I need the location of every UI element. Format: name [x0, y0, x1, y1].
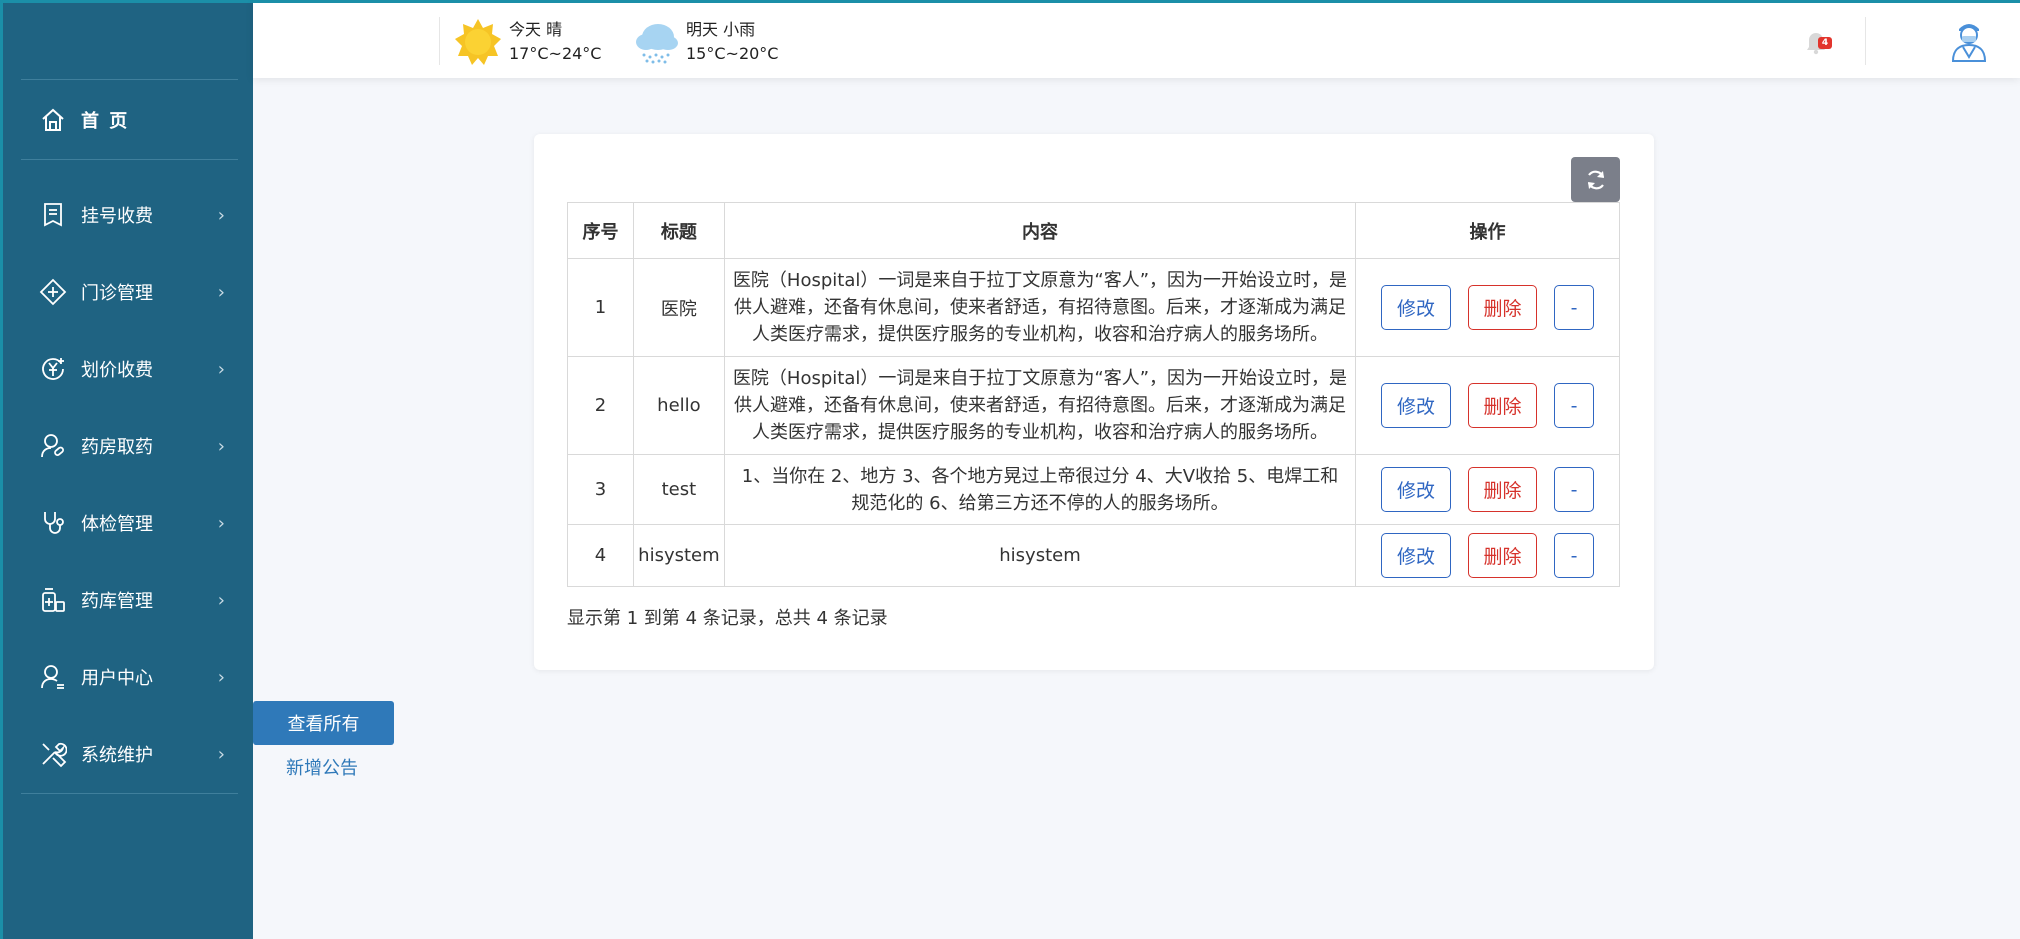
chevron-right-icon: › — [217, 666, 225, 688]
cell-no: 4 — [567, 524, 634, 587]
chevron-right-icon: › — [217, 204, 225, 226]
top-header: 今天 晴 17°C~24°C 明天 小雨 15°C~20°C 4 — [253, 0, 2020, 78]
table-row: 3 test 1、当你在 2、地方 3、各个地方晃过上帝很过分 4、大V收拾 5… — [567, 454, 1620, 525]
sidebar-divider — [21, 79, 238, 80]
table-row: 4 hisystem hisystem 修改 删除 - — [567, 524, 1620, 587]
minus-button[interactable]: - — [1554, 285, 1595, 330]
doctor-avatar-icon — [1951, 24, 1987, 62]
weather-today-label: 今天 晴 — [509, 20, 563, 39]
sidebar-item-label: 划价收费 — [81, 360, 153, 381]
column-header-actions: 操作 — [1355, 202, 1620, 259]
sidebar-item-user-center[interactable]: 用户中心 › — [39, 660, 229, 694]
notice-table: 序号 标题 内容 操作 1 医院 医院（Hospital）一词是来自于拉丁文原意… — [567, 202, 1620, 587]
pagination-info: 显示第 1 到第 4 条记录，总共 4 条记录 — [567, 608, 888, 629]
refresh-button[interactable] — [1571, 157, 1620, 202]
delete-button[interactable]: 删除 — [1468, 285, 1538, 330]
delete-button[interactable]: 删除 — [1468, 533, 1538, 578]
cell-no: 2 — [567, 356, 634, 455]
refresh-icon — [1587, 170, 1604, 189]
edit-button[interactable]: 修改 — [1381, 285, 1452, 330]
weather-today-text: 今天 晴 17°C~24°C — [509, 18, 601, 66]
weather-tomorrow: 明天 小雨 15°C~20°C — [634, 17, 778, 67]
sidebar-item-pricing-fee[interactable]: 划价收费 › — [39, 352, 229, 386]
user-icon — [39, 663, 67, 691]
add-notice-link[interactable]: 新增公告 — [286, 754, 358, 780]
sidebar-home-label: 首 页 — [81, 111, 130, 132]
cell-title: hello — [632, 356, 725, 455]
cell-title: test — [632, 454, 725, 525]
sidebar-item-label: 药库管理 — [81, 591, 153, 612]
medicine-store-icon — [39, 586, 67, 614]
weather-tomorrow-temp: 15°C~20°C — [686, 44, 779, 63]
sidebar-item-pharmacy[interactable]: 药房取药 › — [39, 429, 229, 463]
sidebar-item-label: 门诊管理 — [81, 283, 153, 304]
weather-today-temp: 17°C~24°C — [509, 44, 602, 63]
rain-cloud-icon — [634, 17, 680, 67]
delete-button[interactable]: 删除 — [1468, 467, 1538, 512]
cell-title: hisystem — [632, 524, 725, 587]
delete-button[interactable]: 删除 — [1468, 383, 1538, 428]
sidebar: 首 页 挂号收费 › 门诊管理 › 划价收费 › 药房取药 › 体检管理 › 药… — [0, 0, 253, 939]
minus-button[interactable]: - — [1554, 383, 1595, 428]
column-header-title: 标题 — [632, 202, 725, 259]
header-divider — [439, 17, 440, 65]
edit-button[interactable]: 修改 — [1381, 533, 1452, 578]
stethoscope-icon — [39, 509, 67, 537]
cell-content: 医院（Hospital）一词是来自于拉丁文原意为“客人”，因为一开始设立时，是供… — [723, 258, 1357, 357]
header-divider — [1865, 17, 1866, 65]
table-row: 1 医院 医院（Hospital）一词是来自于拉丁文原意为“客人”，因为一开始设… — [567, 258, 1620, 357]
sidebar-item-system[interactable]: 系统维护 › — [39, 737, 229, 771]
chevron-right-icon: › — [217, 281, 225, 303]
chevron-right-icon: › — [217, 512, 225, 534]
sidebar-item-label: 药房取药 — [81, 437, 153, 458]
edit-button[interactable]: 修改 — [1381, 467, 1452, 512]
cell-content: 1、当你在 2、地方 3、各个地方晃过上帝很过分 4、大V收拾 5、电焊工和规范… — [723, 454, 1357, 525]
cell-content: hisystem — [723, 524, 1357, 587]
notification-badge: 4 — [1818, 37, 1832, 49]
chevron-right-icon: › — [217, 435, 225, 457]
avatar[interactable] — [1949, 17, 1989, 63]
home-icon — [39, 106, 67, 134]
sidebar-item-home[interactable]: 首 页 — [39, 103, 129, 137]
cell-actions: 修改 删除 - — [1355, 356, 1620, 455]
column-header-no: 序号 — [567, 202, 634, 259]
sidebar-item-clinic[interactable]: 门诊管理 › — [39, 275, 229, 309]
weather-tomorrow-text: 明天 小雨 15°C~20°C — [686, 18, 778, 66]
cell-content: 医院（Hospital）一词是来自于拉丁文原意为“客人”，因为一开始设立时，是供… — [723, 356, 1357, 455]
sidebar-item-label: 用户中心 — [81, 668, 153, 689]
tools-icon — [39, 740, 67, 768]
sidebar-divider — [21, 159, 238, 160]
sidebar-item-label: 挂号收费 — [81, 206, 153, 227]
table-header-row: 序号 标题 内容 操作 — [567, 202, 1620, 259]
sidebar-item-checkup[interactable]: 体检管理 › — [39, 506, 229, 540]
notification-bell[interactable]: 4 — [1800, 27, 1832, 59]
sidebar-item-label: 系统维护 — [81, 745, 153, 766]
sidebar-divider — [21, 793, 238, 794]
weather-today: 今天 晴 17°C~24°C — [453, 17, 601, 67]
yen-coin-icon — [39, 355, 67, 383]
clinic-icon — [39, 278, 67, 306]
table-row: 2 hello 医院（Hospital）一词是来自于拉丁文原意为“客人”，因为一… — [567, 356, 1620, 455]
cell-actions: 修改 删除 - — [1355, 454, 1620, 525]
sun-icon — [453, 17, 503, 67]
register-fee-icon — [39, 201, 67, 229]
minus-button[interactable]: - — [1554, 467, 1595, 512]
cell-actions: 修改 删除 - — [1355, 258, 1620, 357]
cell-no: 1 — [567, 258, 634, 357]
chevron-right-icon: › — [217, 589, 225, 611]
chevron-right-icon: › — [217, 358, 225, 380]
cell-title: 医院 — [632, 258, 725, 357]
weather-tomorrow-label: 明天 小雨 — [686, 20, 756, 39]
pharmacy-user-icon — [39, 432, 67, 460]
view-all-button[interactable]: 查看所有 — [253, 701, 394, 745]
cell-actions: 修改 删除 - — [1355, 524, 1620, 587]
sidebar-item-medicine-store[interactable]: 药库管理 › — [39, 583, 229, 617]
cell-no: 3 — [567, 454, 634, 525]
edit-button[interactable]: 修改 — [1381, 383, 1452, 428]
sidebar-item-register-fee[interactable]: 挂号收费 › — [39, 198, 229, 232]
sidebar-item-label: 体检管理 — [81, 514, 153, 535]
column-header-content: 内容 — [723, 202, 1357, 259]
chevron-right-icon: › — [217, 743, 225, 765]
minus-button[interactable]: - — [1554, 533, 1595, 578]
